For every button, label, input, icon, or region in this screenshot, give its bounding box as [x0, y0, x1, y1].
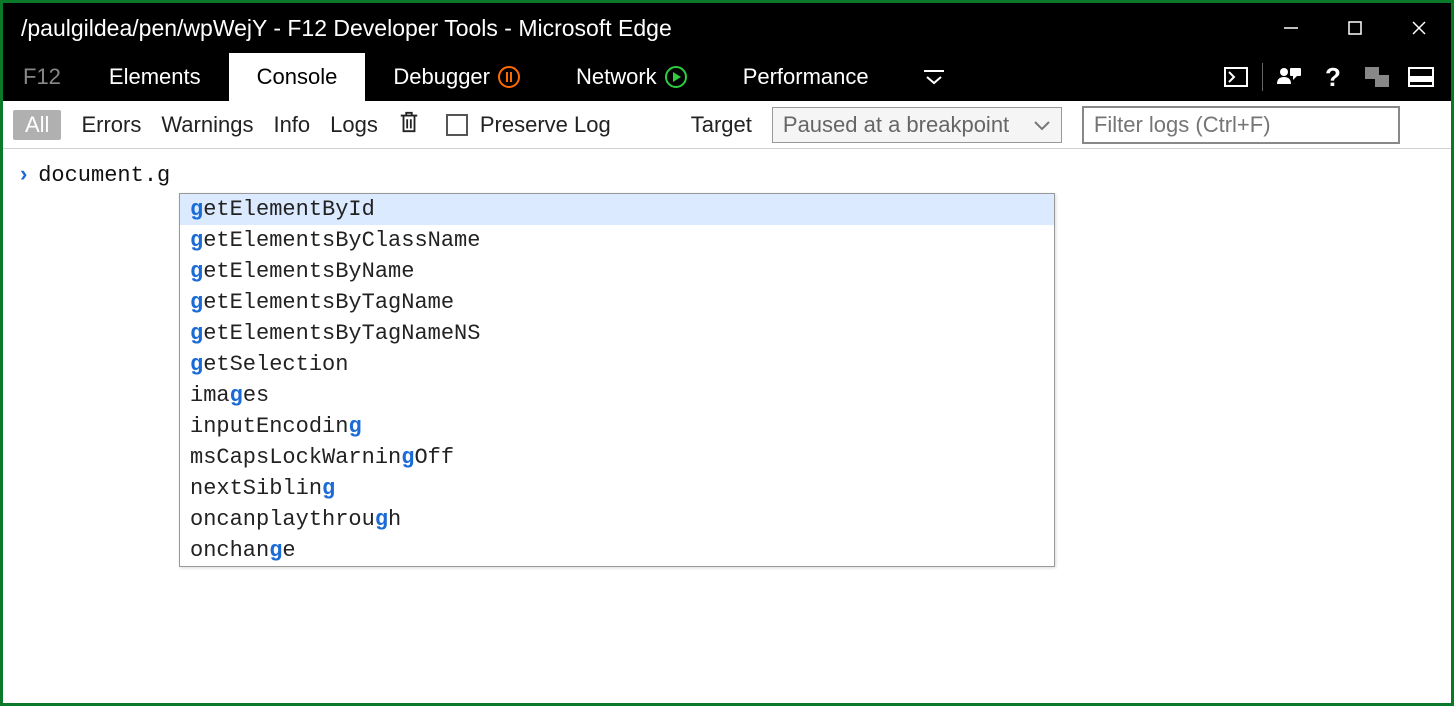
console-body[interactable]: › document.g getElementByIdgetElementsBy… — [3, 149, 1451, 703]
window-controls — [1259, 3, 1451, 53]
undock-icon[interactable] — [1355, 53, 1399, 101]
feedback-icon[interactable] — [1267, 53, 1311, 101]
autocomplete-item[interactable]: inputEncoding — [180, 411, 1054, 442]
autocomplete-item[interactable]: getSelection — [180, 349, 1054, 380]
preserve-log-checkbox[interactable] — [446, 114, 468, 136]
maximize-button[interactable] — [1323, 3, 1387, 53]
overflow-tabs-button[interactable] — [897, 53, 971, 101]
console-prompt[interactable]: › document.g — [17, 163, 1437, 188]
tab-label: Network — [576, 64, 657, 90]
prompt-arrow-icon: › — [17, 163, 30, 188]
tab-label: Debugger — [393, 64, 490, 90]
window-title: /paulgildea/pen/wpWejY - F12 Developer T… — [21, 15, 1259, 42]
filter-all-button[interactable]: All — [13, 110, 61, 140]
divider — [1262, 63, 1263, 91]
tabstrip-right-icons: ? — [1214, 53, 1451, 101]
preserve-log-label: Preserve Log — [480, 112, 611, 138]
console-toolbar: All Errors Warnings Info Logs Preserve L… — [3, 101, 1451, 149]
tab-network[interactable]: Network — [548, 53, 715, 101]
target-label: Target — [691, 112, 752, 138]
f12-label: F12 — [3, 53, 81, 101]
chevron-down-icon — [1033, 119, 1051, 131]
dock-icon[interactable] — [1399, 53, 1443, 101]
help-icon[interactable]: ? — [1311, 53, 1355, 101]
autocomplete-popup: getElementByIdgetElementsByClassNamegetE… — [179, 193, 1055, 567]
clear-console-button[interactable] — [398, 110, 420, 140]
autocomplete-item[interactable]: getElementsByTagNameNS — [180, 318, 1054, 349]
autocomplete-item[interactable]: getElementsByTagName — [180, 287, 1054, 318]
target-select[interactable]: Paused at a breakpoint — [772, 107, 1062, 143]
autocomplete-item[interactable]: onchange — [180, 535, 1054, 566]
autocomplete-item[interactable]: oncanplaythrough — [180, 504, 1054, 535]
tab-label: Performance — [743, 64, 869, 90]
filter-errors-button[interactable]: Errors — [81, 112, 141, 138]
tab-performance[interactable]: Performance — [715, 53, 897, 101]
filter-logs-input[interactable] — [1082, 106, 1400, 144]
autocomplete-item[interactable]: getElementById — [180, 194, 1054, 225]
tabstrip: F12 Elements Console Debugger Network Pe… — [3, 53, 1451, 101]
autocomplete-item[interactable]: msCapsLockWarningOff — [180, 442, 1054, 473]
pause-icon — [498, 66, 520, 88]
autocomplete-item[interactable]: getElementsByClassName — [180, 225, 1054, 256]
console-shortcut-icon[interactable] — [1214, 53, 1258, 101]
play-icon — [665, 66, 687, 88]
minimize-button[interactable] — [1259, 3, 1323, 53]
tab-label: Console — [257, 64, 338, 90]
filter-info-button[interactable]: Info — [273, 112, 310, 138]
autocomplete-item[interactable]: nextSibling — [180, 473, 1054, 504]
target-select-value: Paused at a breakpoint — [783, 112, 1009, 138]
close-button[interactable] — [1387, 3, 1451, 53]
tab-elements[interactable]: Elements — [81, 53, 229, 101]
tab-label: Elements — [109, 64, 201, 90]
filter-logs-button[interactable]: Logs — [330, 112, 378, 138]
filter-warnings-button[interactable]: Warnings — [161, 112, 253, 138]
titlebar: /paulgildea/pen/wpWejY - F12 Developer T… — [3, 3, 1451, 53]
console-input-text[interactable]: document.g — [38, 163, 170, 188]
tab-console[interactable]: Console — [229, 53, 366, 101]
autocomplete-item[interactable]: images — [180, 380, 1054, 411]
autocomplete-item[interactable]: getElementsByName — [180, 256, 1054, 287]
tab-debugger[interactable]: Debugger — [365, 53, 548, 101]
